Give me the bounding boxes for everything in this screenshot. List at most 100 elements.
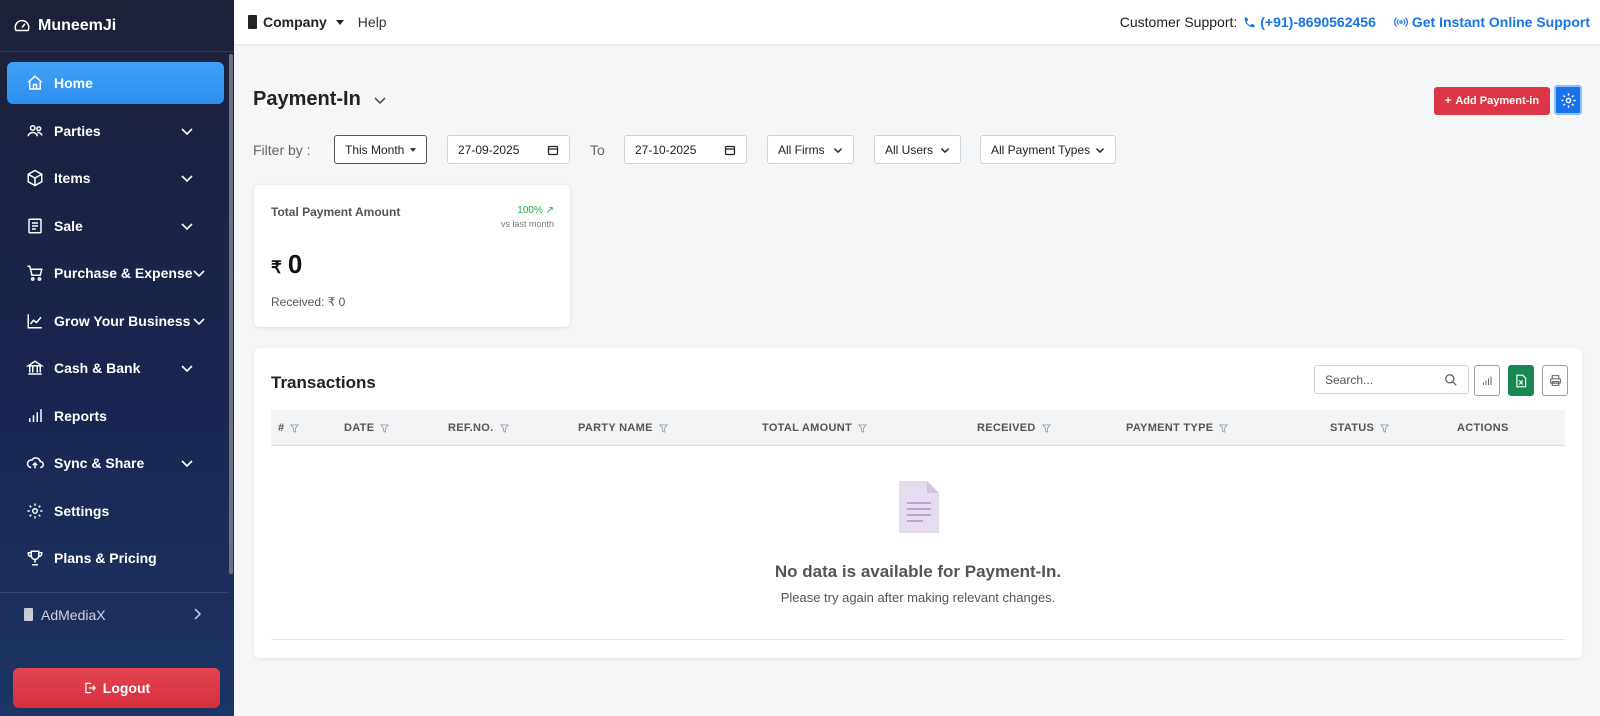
sidebar-item-label: Sync & Share	[54, 455, 145, 471]
column-header-party-name[interactable]: PARTY NAME	[578, 422, 668, 434]
transactions-card: Transactions Search... # DATE REF.NO. PA…	[254, 348, 1582, 658]
to-label: To	[590, 142, 605, 158]
sidebar-item-label: Purchase & Expense	[54, 265, 193, 281]
filter-icon	[658, 423, 668, 433]
amount-value: 0	[287, 249, 303, 279]
plus-icon: +	[1444, 95, 1452, 107]
sidebar-item-sync-share[interactable]: Sync & Share	[7, 442, 224, 484]
search-icon	[1445, 373, 1457, 386]
company-menu[interactable]: Company	[248, 14, 344, 30]
trophy-icon	[26, 549, 44, 567]
online-support-link[interactable]: Get Instant Online Support	[1394, 14, 1590, 30]
chevron-down-icon	[940, 147, 950, 153]
column-header-payment-type[interactable]: PAYMENT TYPE	[1126, 422, 1229, 434]
sidebar-item-purchase-expense[interactable]: Purchase & Expense	[7, 252, 224, 294]
sidebar-item-label: Settings	[54, 502, 110, 519]
brand[interactable]: MuneemJi	[0, 0, 234, 52]
printer-icon	[1549, 375, 1561, 386]
filter-label: Filter by :	[253, 142, 311, 158]
cloud-upload-icon	[26, 454, 44, 472]
column-header-received[interactable]: RECEIVED	[977, 422, 1051, 434]
logout-button[interactable]: Logout	[13, 668, 220, 708]
sidebar-item-label: Grow Your Business	[54, 312, 191, 329]
sidebar-item-cash-bank[interactable]: Cash & Bank	[7, 347, 224, 389]
sidebar-item-plans-pricing[interactable]: Plans & Pricing	[7, 537, 224, 579]
box-icon	[26, 169, 44, 187]
company-name: AdMediaX	[41, 606, 106, 623]
users-select[interactable]: All Users	[874, 135, 961, 164]
column-header-number[interactable]: #	[278, 422, 300, 434]
empty-state-subtitle: Please try again after making relevant c…	[780, 590, 1056, 605]
filter-icon	[1219, 423, 1229, 433]
sidebar-item-reports[interactable]: Reports	[7, 395, 224, 437]
total-payment-label: Total Payment Amount	[271, 205, 401, 219]
caret-down-icon	[335, 19, 344, 25]
to-date-input[interactable]: 27-10-2025	[624, 135, 747, 164]
receipt-icon	[26, 217, 44, 235]
company-menu-label: Company	[263, 14, 327, 30]
sidebar: MuneemJi Home Parties Items Sale Purchas…	[0, 0, 234, 716]
logout-label: Logout	[102, 680, 151, 696]
sidebar-item-sale[interactable]: Sale	[7, 205, 224, 247]
export-excel-button[interactable]	[1508, 365, 1534, 396]
page-title[interactable]: Payment-In	[253, 88, 387, 111]
filter-icon	[1041, 423, 1051, 433]
chevron-down-icon	[1095, 147, 1105, 153]
users-value: All Users	[885, 142, 934, 157]
add-payment-in-label: Add Payment-in	[1455, 95, 1540, 107]
sidebar-item-items[interactable]: Items	[7, 157, 224, 199]
period-value: This Month	[345, 142, 405, 157]
sidebar-item-parties[interactable]: Parties	[7, 110, 224, 152]
column-header-status[interactable]: STATUS	[1330, 422, 1390, 434]
broadcast-icon	[1394, 17, 1408, 27]
sidebar-item-label: Plans & Pricing	[54, 550, 157, 566]
users-icon	[26, 122, 44, 140]
sidebar-item-home[interactable]: Home	[7, 62, 224, 104]
support-label: Customer Support:	[1119, 14, 1238, 30]
gear-icon	[1560, 92, 1576, 108]
firms-select[interactable]: All Firms	[767, 135, 854, 164]
sidebar-item-settings[interactable]: Settings	[7, 490, 224, 532]
building-icon	[248, 15, 257, 29]
comparison-label: vs last month	[500, 219, 554, 229]
excel-icon	[1516, 374, 1527, 387]
chevron-down-icon	[181, 127, 193, 135]
brand-name: MuneemJi	[38, 16, 117, 34]
period-select[interactable]: This Month	[334, 135, 427, 164]
support-phone-link[interactable]: (+91)-8690562456	[1243, 14, 1376, 30]
payment-types-select[interactable]: All Payment Types	[980, 135, 1116, 164]
calendar-icon	[547, 145, 559, 155]
caret-down-icon	[410, 147, 416, 152]
cart-icon	[26, 264, 44, 282]
empty-document-icon	[899, 481, 939, 533]
company-switcher[interactable]: AdMediaX	[0, 592, 229, 636]
sidebar-item-label: Cash & Bank	[54, 360, 141, 376]
column-header-actions: ACTIONS	[1457, 422, 1509, 434]
top-bar: Company Help Customer Support: (+91)-869…	[234, 0, 1600, 44]
from-date-input[interactable]: 27-09-2025	[447, 135, 570, 164]
help-link[interactable]: Help	[358, 14, 387, 30]
chevron-down-icon	[374, 96, 386, 104]
sidebar-item-grow-business[interactable]: Grow Your Business	[7, 300, 224, 342]
transactions-title: Transactions	[271, 373, 376, 392]
print-button[interactable]	[1542, 365, 1568, 396]
search-input[interactable]: Search...	[1314, 365, 1469, 394]
from-date-value: 27-09-2025	[458, 142, 520, 157]
support-area: Customer Support: (+91)-8690562456 Get I…	[1120, 0, 1600, 44]
chevron-down-icon	[193, 317, 205, 325]
total-payment-card: Total Payment Amount 100% ↗ vs last mont…	[254, 185, 570, 327]
sidebar-scrollbar[interactable]	[229, 54, 233, 574]
chart-view-button[interactable]	[1474, 365, 1500, 396]
gear-icon	[26, 502, 44, 520]
settings-button[interactable]	[1554, 85, 1582, 115]
bar-chart-icon	[26, 407, 44, 425]
column-header-date[interactable]: DATE	[344, 422, 390, 434]
column-header-ref-no[interactable]: REF.NO.	[448, 422, 509, 434]
chevron-down-icon	[181, 175, 193, 183]
column-header-total-amount[interactable]: TOTAL AMOUNT	[762, 422, 867, 434]
filter-icon	[290, 423, 300, 433]
filter-icon	[499, 423, 509, 433]
add-payment-in-button[interactable]: + Add Payment-in	[1434, 87, 1550, 115]
logout-icon	[85, 682, 96, 694]
chevron-down-icon	[193, 270, 205, 278]
